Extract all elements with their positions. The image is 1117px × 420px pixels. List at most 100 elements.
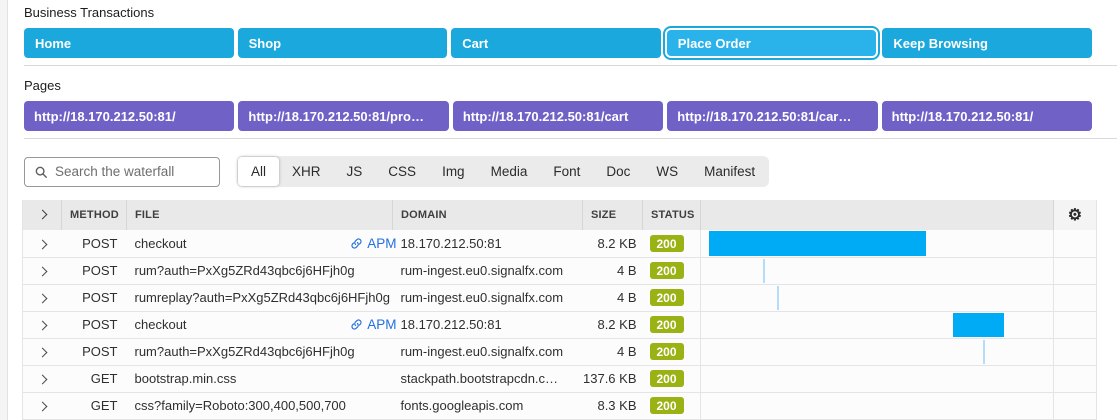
waterfall-marker [763,259,765,283]
status-badge: 200 [650,289,684,306]
filter-tab-css[interactable]: CSS [375,157,429,186]
expand-chevron-icon[interactable] [37,402,47,412]
table-row[interactable]: POSTrumreplay?auth=PxXg5ZRd43qbc6j6HFjh0… [23,284,1097,311]
filter-tab-doc[interactable]: Doc [593,157,643,186]
waterfall-table: METHOD FILE DOMAIN SIZE STATUS ⚙ POSTche… [22,200,1097,420]
filter-tab-xhr[interactable]: XHR [279,157,334,186]
file-name: css?family=Roboto:300,400,500,700 [135,398,346,413]
filter-tab-manifest[interactable]: Manifest [691,157,768,186]
table-row[interactable]: POSTcheckoutAPM18.170.212.50:818.2 KB200 [23,311,1097,338]
settings-gear-icon[interactable]: ⚙ [1068,207,1083,224]
table-row[interactable]: POSTrum?auth=PxXg5ZRd43qbc6j6HFjh0grum-i… [23,257,1097,284]
status-badge: 200 [650,370,684,387]
file-cell: checkoutAPM [127,311,393,338]
gear-cell [1054,338,1097,365]
page-button-0[interactable]: http://18.170.212.50:81/ [24,101,234,131]
method-cell: GET [62,365,127,392]
filter-tab-font[interactable]: Font [540,157,593,186]
file-cell: bootstrap.min.css [127,365,393,392]
apm-link[interactable]: APM [350,317,396,332]
method-cell: POST [62,338,127,365]
expand-chevron-icon[interactable] [37,321,47,331]
column-header-method: METHOD [62,200,127,230]
waterfall-cell [701,230,1054,257]
waterfall-cell [701,311,1054,338]
gear-cell [1054,230,1097,257]
expand-chevron-icon[interactable] [37,239,47,249]
status-cell: 200 [643,338,701,365]
page-button-2[interactable]: http://18.170.212.50:81/cart [453,101,663,131]
file-name: checkout [135,236,187,251]
transaction-button-shop[interactable]: Shop [238,28,448,58]
resource-type-filter-tabs: AllXHRJSCSSImgMediaFontDocWSManifest [237,156,769,187]
table-row[interactable]: POSTcheckoutAPM18.170.212.50:818.2 KB200 [23,230,1097,257]
search-icon [34,165,48,179]
status-badge: 200 [650,316,684,333]
status-cell: 200 [643,311,701,338]
expand-chevron-icon[interactable] [37,267,47,277]
page-button-3[interactable]: http://18.170.212.50:81/car… [667,101,877,131]
waterfall-bar [953,313,1004,337]
file-cell: rumreplay?auth=PxXg5ZRd43qbc6j6HFjh0g [127,284,393,311]
waterfall-search[interactable] [24,157,220,187]
filter-tab-media[interactable]: Media [478,157,541,186]
expand-chevron-icon[interactable] [37,375,47,385]
waterfall-cell [701,338,1054,365]
expand-chevron-icon[interactable] [37,294,47,304]
waterfall-cell [701,365,1054,392]
link-icon [350,237,363,250]
apm-link-label: APM [367,236,396,251]
column-header-waterfall [701,200,1054,230]
file-name: bootstrap.min.css [135,371,237,386]
apm-link[interactable]: APM [350,236,396,251]
domain-cell: 18.170.212.50:81 [393,311,583,338]
column-header-status: STATUS [643,200,701,230]
table-row[interactable]: GETcss?family=Roboto:300,400,500,700font… [23,392,1097,419]
transaction-button-cart[interactable]: Cart [451,28,661,58]
column-header-file: FILE [127,200,393,230]
gear-cell [1054,284,1097,311]
waterfall-marker [983,340,985,364]
page-button-1[interactable]: http://18.170.212.50:81/pro… [238,101,448,131]
transaction-button-home[interactable]: Home [24,28,234,58]
expand-all-chevron-icon[interactable] [37,210,47,220]
left-gutter [0,0,8,420]
size-cell: 8.3 KB [583,392,643,419]
filter-tab-ws[interactable]: WS [643,157,691,186]
waterfall-bar [709,231,926,256]
table-header-row: METHOD FILE DOMAIN SIZE STATUS ⚙ [23,200,1097,230]
table-row[interactable]: POSTrum?auth=PxXg5ZRd43qbc6j6HFjh0grum-i… [23,338,1097,365]
status-badge: 200 [650,235,684,252]
status-cell: 200 [643,365,701,392]
method-cell: POST [62,284,127,311]
gear-cell [1054,257,1097,284]
pages-row: http://18.170.212.50:81/http://18.170.21… [24,101,1092,131]
gear-cell [1054,365,1097,392]
size-cell: 8.2 KB [583,230,643,257]
domain-cell: 18.170.212.50:81 [393,230,583,257]
waterfall-cell [701,257,1054,284]
filter-tab-all[interactable]: All [238,157,279,186]
domain-cell: rum-ingest.eu0.signalfx.com [393,284,583,311]
size-cell: 137.6 KB [583,365,643,392]
link-icon [350,318,363,331]
filter-tab-img[interactable]: Img [429,157,478,186]
domain-cell: fonts.googleapis.com [393,392,583,419]
filter-tab-js[interactable]: JS [334,157,376,186]
search-input[interactable] [55,164,210,179]
page-button-4[interactable]: http://18.170.212.50:81/ [882,101,1092,131]
status-cell: 200 [643,284,701,311]
status-cell: 200 [643,257,701,284]
expand-chevron-icon[interactable] [37,348,47,358]
transaction-button-place-order[interactable]: Place Order [665,28,879,58]
pages-label: Pages [24,78,1117,93]
table-row[interactable]: GETbootstrap.min.cssstackpath.bootstrapc… [23,365,1097,392]
apm-link-label: APM [367,317,396,332]
status-cell: 200 [643,230,701,257]
gear-cell [1054,392,1097,419]
waterfall-marker [777,286,779,310]
status-badge: 200 [650,397,684,414]
transaction-button-keep-browsing[interactable]: Keep Browsing [882,28,1092,58]
file-name: rum?auth=PxXg5ZRd43qbc6j6HFjh0g [135,344,355,359]
method-cell: POST [62,311,127,338]
